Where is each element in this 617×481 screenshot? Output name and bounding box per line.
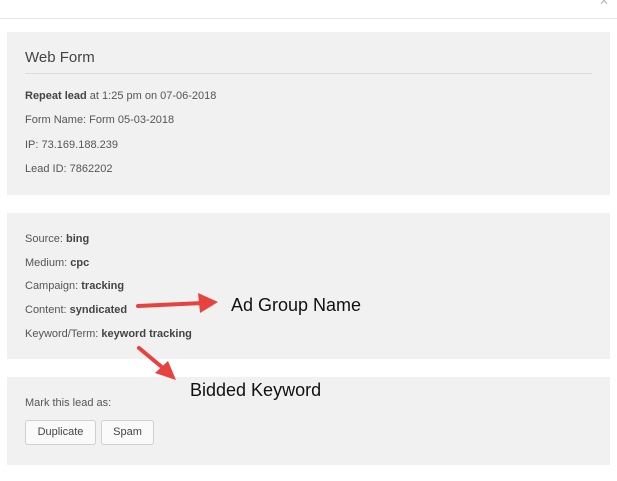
annotation-arrows: [136, 293, 218, 380]
ad-group-annotation: Ad Group Name: [231, 295, 362, 315]
arrow-head-ad-group: [198, 293, 218, 313]
arrow-to-bidded-keyword: [137, 346, 165, 370]
bidded-keyword-annotation: Bidded Keyword: [190, 380, 322, 400]
arrow-to-ad-group: [136, 301, 205, 308]
